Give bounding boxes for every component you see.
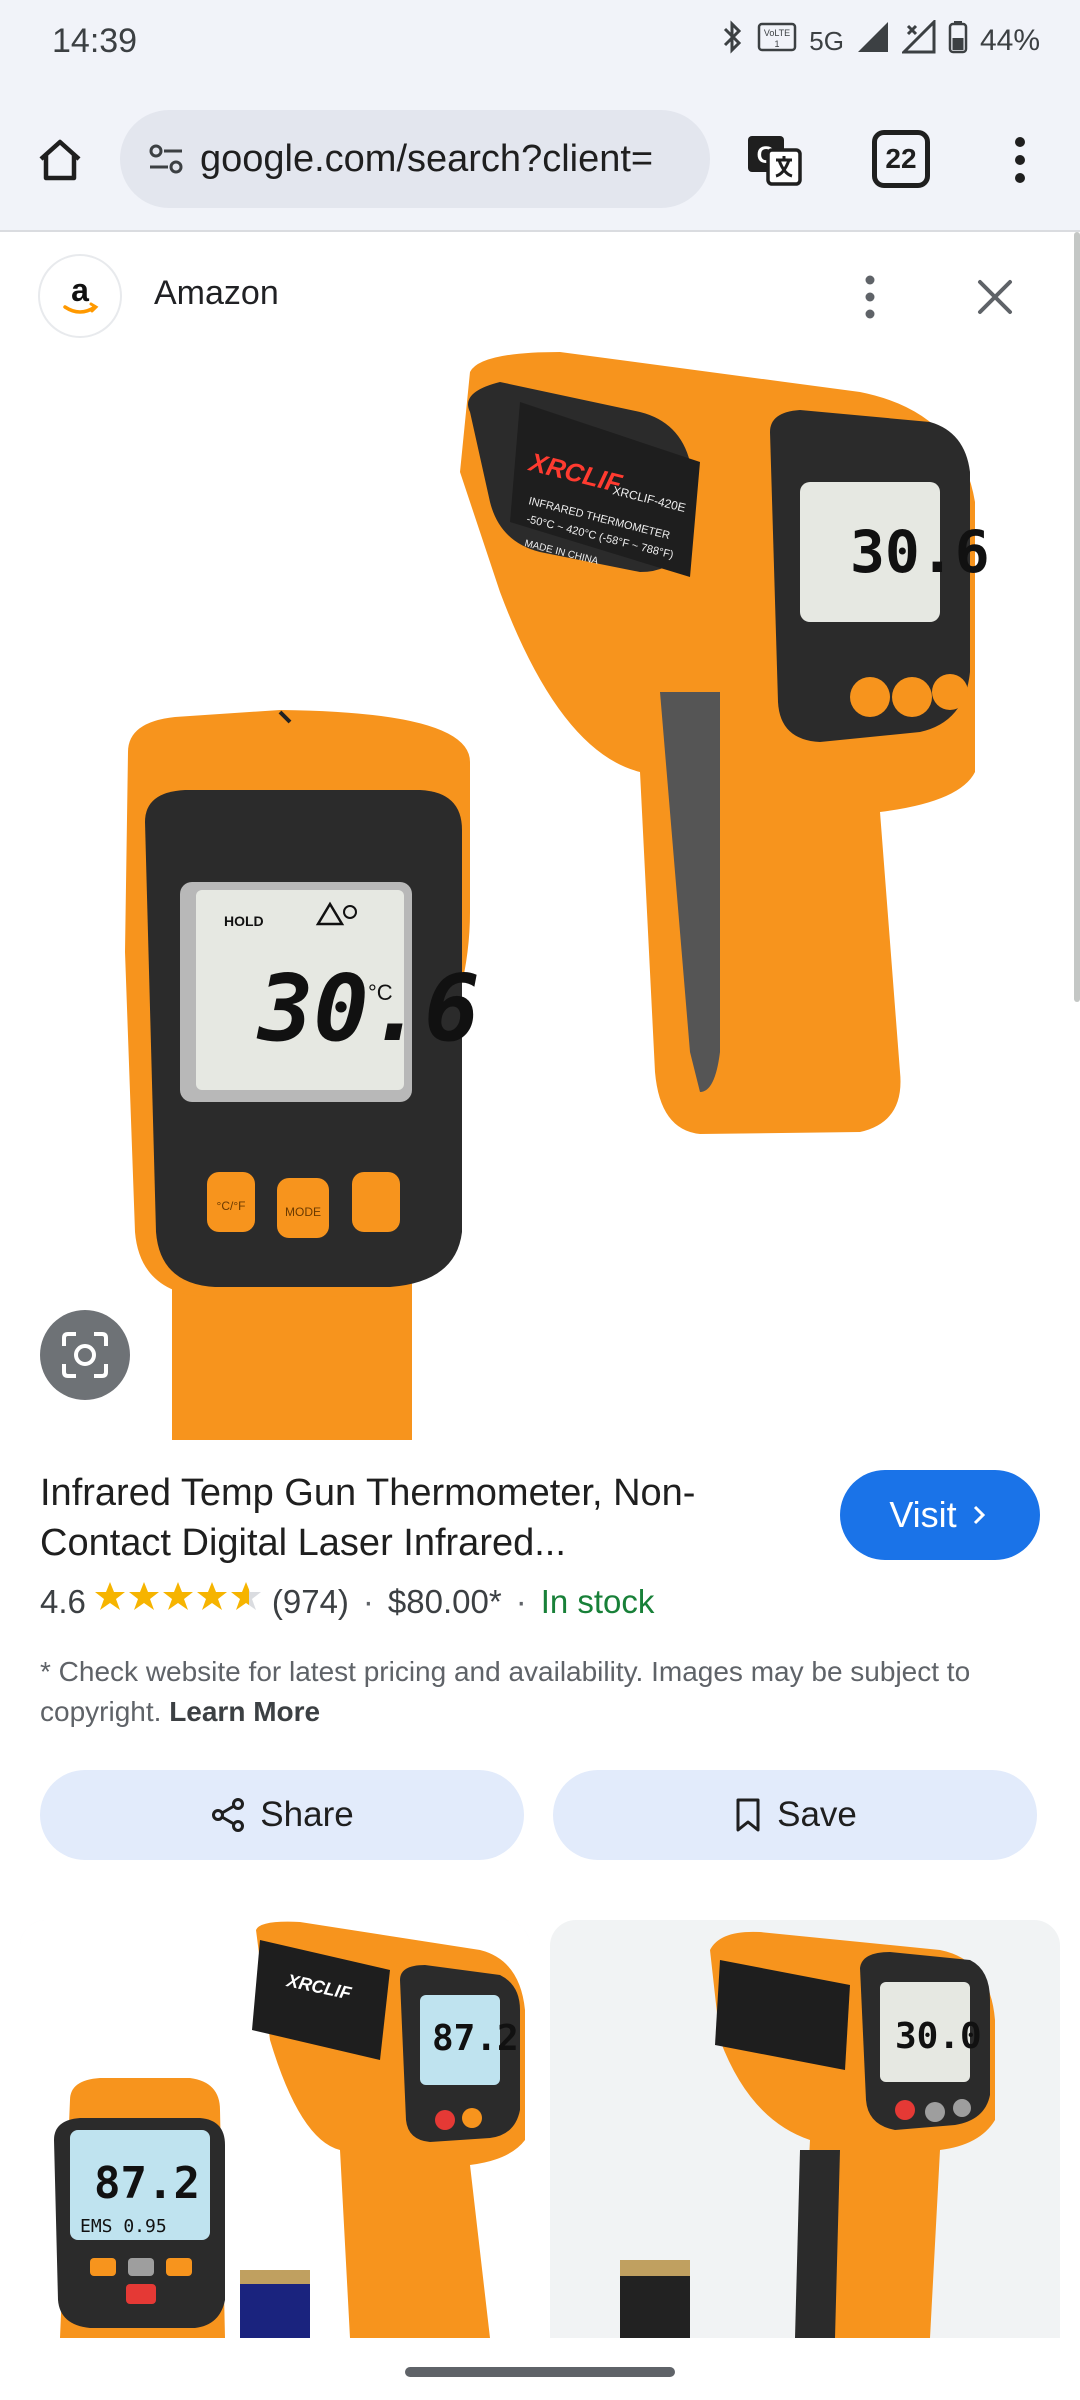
panel-more-button[interactable]	[840, 262, 900, 332]
save-button[interactable]: Save	[553, 1770, 1037, 1860]
front-unit-button: °C/°F	[217, 1199, 246, 1213]
separator-dot: ·	[362, 1582, 374, 1620]
price: $80.00*	[387, 1582, 502, 1620]
status-icons: VoLTE 1 5G 44%	[721, 18, 1040, 62]
browser-menu-button[interactable]	[990, 126, 1050, 194]
front-reading: 30.6	[256, 955, 480, 1062]
visit-button[interactable]: Visit	[840, 1470, 1040, 1560]
availability: In stock	[540, 1582, 655, 1620]
panel-close-button[interactable]	[960, 262, 1030, 332]
related-ems-text: EMS 0.95	[80, 2216, 167, 2237]
front-hold-label: HOLD	[224, 913, 264, 929]
product-image[interactable]: HOLD 30.6 °C °C/°F MODE XRCLIF XRCLIF-42…	[0, 352, 1080, 1440]
image-panel-header: a Amazon	[0, 232, 1080, 352]
rating-value: 4.6	[40, 1582, 86, 1620]
star-rating	[94, 1580, 264, 1623]
signal-icon	[856, 20, 890, 62]
disclaimer: * Check website for latest pricing and a…	[40, 1652, 1040, 1732]
gesture-navigation-bar[interactable]	[405, 2367, 675, 2377]
translate-button[interactable]: G	[740, 126, 808, 194]
thermometer-side: XRCLIF XRCLIF-420E INFRARED THERMOMETER …	[460, 352, 990, 1134]
translate-icon: G	[748, 136, 802, 186]
tab-switcher-button[interactable]: 22	[872, 130, 930, 188]
front-mode-button: MODE	[285, 1205, 321, 1219]
signal-icon-2	[900, 18, 936, 62]
more-vert-icon	[865, 275, 875, 319]
related-thermometer-image-2: 30.0	[550, 1920, 1060, 2338]
battery-level: 44%	[979, 24, 1040, 57]
save-label: Save	[777, 1795, 857, 1834]
share-label: Share	[260, 1795, 354, 1834]
status-time: 14:39	[52, 22, 138, 60]
browser-toolbar: google.com/search?client= G 22	[0, 88, 1080, 230]
lens-icon	[62, 1332, 108, 1378]
front-unit: °C	[368, 980, 393, 1005]
url-text[interactable]: google.com/search?client=	[200, 138, 690, 181]
status-bar: 14:39 VoLTE 1 5G 44%	[0, 0, 1080, 88]
related-image-1[interactable]: XRCLIF 87.2 87.2 EMS 0.95	[20, 1920, 530, 2338]
bluetooth-icon	[721, 20, 745, 62]
related-thermometer-image-1: XRCLIF 87.2 87.2 EMS 0.95	[20, 1920, 530, 2338]
thermometer-front: HOLD 30.6 °C °C/°F MODE	[125, 710, 480, 1440]
svg-text:VoLTE: VoLTE	[764, 28, 790, 38]
related-reading-2: 30.0	[895, 2016, 982, 2057]
google-lens-button[interactable]	[40, 1310, 130, 1400]
network-type: 5G	[809, 25, 844, 56]
thermometer-illustration: HOLD 30.6 °C °C/°F MODE XRCLIF XRCLIF-42…	[125, 352, 990, 1440]
source-name[interactable]: Amazon	[154, 274, 279, 313]
separator-dot: ·	[515, 1582, 527, 1620]
related-image-2[interactable]: 30.0	[550, 1920, 1060, 2338]
rating-row: 4.6 (974) · $80.00* · In stock	[40, 1580, 654, 1623]
review-count: (974)	[271, 1582, 349, 1620]
side-reading: 30.6	[850, 518, 990, 586]
tab-count: 22	[885, 143, 917, 174]
battery-icon	[948, 20, 968, 62]
site-settings-icon[interactable]	[142, 135, 190, 183]
amazon-logo: a	[38, 254, 122, 338]
bookmark-icon	[736, 1798, 760, 1832]
chevron-right-icon	[973, 1505, 985, 1525]
close-icon	[978, 280, 1012, 314]
share-icon	[212, 1798, 245, 1832]
share-button[interactable]: Share	[40, 1770, 524, 1860]
svg-text:1: 1	[775, 39, 780, 49]
address-bar[interactable]: google.com/search?client=	[120, 110, 710, 208]
product-title[interactable]: Infrared Temp Gun Thermometer, Non-Conta…	[40, 1468, 800, 1568]
related-reading-side: 87.2	[432, 2018, 519, 2059]
learn-more-link[interactable]: Learn More	[169, 1696, 320, 1727]
visit-label: Visit	[889, 1494, 957, 1535]
related-reading-front: 87.2	[94, 2158, 200, 2209]
home-icon	[39, 139, 81, 181]
home-button[interactable]	[28, 128, 92, 192]
volte-icon: VoLTE 1	[757, 20, 797, 62]
scroll-indicator[interactable]	[1074, 232, 1080, 1002]
more-vert-icon	[1015, 137, 1025, 183]
svg-text:a: a	[71, 272, 89, 308]
